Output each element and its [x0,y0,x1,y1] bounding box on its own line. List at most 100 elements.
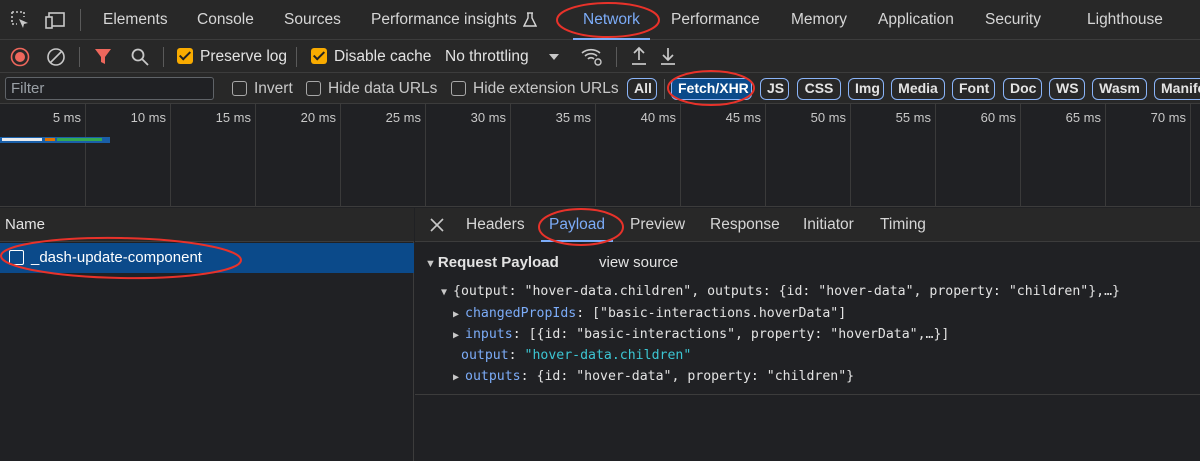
filter-type-media[interactable]: Media [891,78,945,100]
search-icon[interactable] [130,47,150,67]
name-column-header[interactable]: Name [0,208,414,242]
tab-sources[interactable]: Sources [284,0,341,40]
tab-response[interactable]: Response [710,208,780,242]
payload-value: ["basic-interactions.hoverData"] [592,306,847,321]
tab-memory[interactable]: Memory [791,0,847,40]
filter-funnel-icon[interactable] [94,47,112,67]
overview-stalled-segment [45,138,55,141]
tab-performance-insights[interactable]: Performance insights [371,0,537,40]
payload-line-outputs[interactable]: ▶ outputs: {id: "hover-data", property: … [453,369,854,384]
disable-cache-checkbox[interactable] [311,48,327,64]
toolbar-divider [80,9,81,31]
payload-key: outputs [465,369,521,384]
tab-initiator[interactable]: Initiator [803,208,854,242]
filter-type-font[interactable]: Font [952,78,995,100]
toolbar-divider [616,47,617,67]
detail-tab-bar: Headers Payload Preview Response Initiat… [415,208,1200,242]
chevron-down-icon[interactable] [548,53,560,61]
table-row[interactable]: _dash-update-component [0,243,414,273]
request-name: _dash-update-component [31,249,202,266]
filter-input[interactable] [5,77,214,100]
inspect-element-icon[interactable] [9,9,31,31]
tab-headers[interactable]: Headers [466,208,525,242]
request-payload-section[interactable]: ▼ Request Payload [425,254,559,271]
overview-waiting-segment [57,138,102,141]
throttling-select[interactable]: No throttling [445,40,529,73]
tab-network[interactable]: Network [573,0,650,40]
timeline-gridline [1190,104,1191,207]
devtools-tab-bar: Elements Console Sources Performance ins… [0,0,1200,40]
filter-type-all[interactable]: All [627,78,657,100]
tab-console[interactable]: Console [197,0,254,40]
preserve-log-label: Preserve log [200,48,288,65]
filter-type-wasm[interactable]: Wasm [1092,78,1147,100]
payload-value: {id: "hover-data", property: "children"} [536,369,855,384]
payload-colon: : [576,306,593,321]
tab-preview[interactable]: Preview [630,208,685,242]
invert-checkbox[interactable] [232,81,247,96]
collapse-triangle-icon: ▶ [453,372,466,383]
filter-type-js[interactable]: JS [760,78,789,100]
filter-type-css[interactable]: CSS [797,78,841,100]
timeline-gridline [425,104,426,207]
timeline-tick-label: 10 ms [130,110,166,125]
tab-performance[interactable]: Performance [671,0,760,40]
export-har-icon[interactable] [659,46,677,66]
tab-application[interactable]: Application [878,0,954,40]
tab-lighthouse[interactable]: Lighthouse [1087,0,1163,40]
timeline-tick-label: 20 ms [300,110,336,125]
stop-recording-icon[interactable] [10,47,30,67]
filter-type-ws[interactable]: WS [1049,78,1085,100]
network-overview-timeline[interactable]: 5 ms 10 ms 15 ms 20 ms 25 ms 30 ms 35 ms 40 ms 4… [0,104,1200,207]
timeline-tick-label: 45 ms [725,110,761,125]
payload-string-value: "hover-data.children" [524,348,692,363]
timeline-gridline [935,104,936,207]
payload-line-changedpropids[interactable]: ▶ changedPropIds: ["basic-interactions.h… [453,306,846,321]
timeline-tick-label: 25 ms [385,110,421,125]
request-detail-pane: Headers Payload Preview Response Initiat… [415,208,1200,461]
throttling-value: No throttling [445,48,529,65]
timeline-tick-label: 40 ms [640,110,676,125]
hide-extension-urls-label: Hide extension URLs [473,80,619,97]
hide-data-urls-checkbox[interactable] [306,81,321,96]
timeline-tick-label: 15 ms [215,110,251,125]
section-divider [415,394,1200,395]
payload-line-output: output: "hover-data.children" [461,348,691,363]
invert-label: Invert [254,80,293,97]
filter-type-fetch-xhr[interactable]: Fetch/XHR [671,78,752,100]
timeline-tick-label: 55 ms [895,110,931,125]
filter-type-manifest[interactable]: Manife [1154,78,1200,100]
tab-timing[interactable]: Timing [880,208,926,242]
tab-payload[interactable]: Payload [541,208,614,242]
request-type-icon [9,250,24,265]
preserve-log-checkbox[interactable] [177,48,193,64]
timeline-gridline [85,104,86,207]
filter-type-doc[interactable]: Doc [1003,78,1042,100]
collapse-triangle-icon: ▶ [453,309,466,320]
payload-key: output [461,348,509,363]
hide-extension-urls-checkbox[interactable] [451,81,466,96]
expand-triangle-icon: ▼ [425,258,436,270]
request-list: Name _dash-update-component [0,208,414,461]
payload-line-inputs[interactable]: ▶ inputs: [{id: "basic-interactions", pr… [453,327,949,342]
tab-security[interactable]: Security [985,0,1041,40]
payload-root-node[interactable]: ▼ {output: "hover-data.children", output… [441,284,1120,299]
hide-data-urls-label: Hide data URLs [328,80,438,97]
clear-icon[interactable] [46,47,66,67]
view-source-link[interactable]: view source [599,254,678,271]
close-icon[interactable] [429,217,445,233]
tab-network-label: Network [583,11,640,28]
network-toolbar: Preserve log Disable cache No throttling [0,40,1200,73]
filter-type-img[interactable]: Img [848,78,884,100]
timeline-tick-label: 5 ms [52,110,81,125]
request-payload-title: Request Payload [437,254,559,271]
disable-cache-label: Disable cache [334,48,432,65]
payload-key: changedPropIds [465,306,577,321]
device-toolbar-icon[interactable] [44,9,66,31]
import-har-icon[interactable] [630,46,648,66]
tab-elements[interactable]: Elements [103,0,168,40]
network-conditions-icon[interactable] [580,45,604,67]
timeline-tick-label: 30 ms [470,110,506,125]
payload-key: inputs [465,327,513,342]
timeline-gridline [340,104,341,207]
